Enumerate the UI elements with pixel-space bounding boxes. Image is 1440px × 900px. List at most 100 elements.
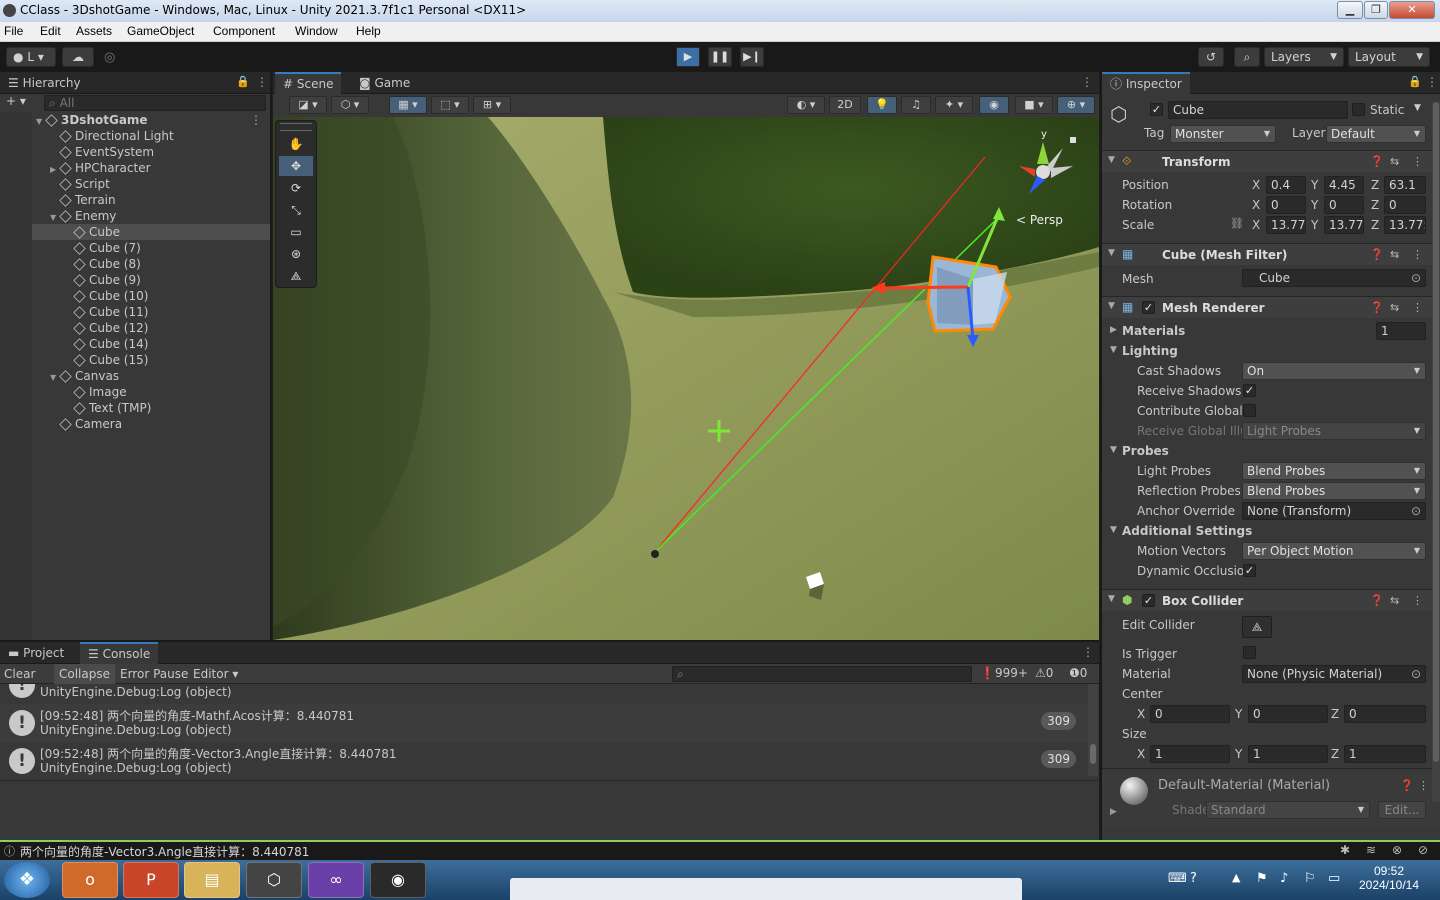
scale-x-field[interactable]: 13.77: (1266, 216, 1306, 234)
scale-z-field[interactable]: 13.77: (1384, 216, 1426, 234)
rotate-tool-icon[interactable]: ⟳ (279, 178, 313, 198)
clock[interactable]: 09:52 2024/10/14 (1354, 864, 1424, 892)
lock-icon[interactable]: 🔒 (236, 75, 250, 88)
menu-window[interactable]: Window (295, 24, 338, 38)
hierarchy-item[interactable]: ▼ Enemy (0, 208, 270, 224)
log-row[interactable]: ! [09:52:48] 两个向量的角度-Vector3.Angle直接计算：8… (0, 742, 1088, 780)
gizmos-dropdown[interactable]: ⊕ ▾ (1057, 96, 1095, 114)
pause-button[interactable]: ❚❚ (708, 47, 732, 67)
anchor-override-field[interactable]: None (Transform) ⊙ (1242, 502, 1426, 520)
light-probes-dropdown[interactable]: Blend Probes (1242, 462, 1426, 480)
maximize-button[interactable]: ❐ (1364, 1, 1388, 19)
flag-icon[interactable]: ⚐ (1304, 871, 1316, 886)
start-button[interactable]: ❖ (4, 862, 50, 898)
foldout-closed-icon[interactable]: ▶ (1110, 807, 1117, 817)
hierarchy-item[interactable]: Cube (10) (0, 288, 270, 304)
palette-drag-handle[interactable] (280, 123, 312, 131)
hierarchy-item[interactable]: Camera (0, 416, 270, 432)
mesh-renderer-component-header[interactable]: ▼ ▦ ✓ Mesh Renderer ❓ ⇆ ⋮ (1102, 296, 1440, 318)
taskbar-app-icon[interactable]: o (62, 862, 118, 898)
console-search-input[interactable]: ⌕ (672, 666, 972, 682)
active-checkbox[interactable]: ✓ (1150, 103, 1163, 116)
hierarchy-item[interactable]: Script (0, 176, 270, 192)
log-row[interactable]: ! [09:52:48] 两个向量的角度-Mathf.Acos计算：8.4407… (0, 704, 1088, 742)
hierarchy-item[interactable]: ▶ HPCharacter (0, 160, 270, 176)
hierarchy-item[interactable]: Cube (9) (0, 272, 270, 288)
clear-button[interactable]: Clear (4, 667, 35, 681)
hidden-objects-icon[interactable]: ◉ (979, 96, 1009, 114)
position-z-field[interactable]: 63.1 (1384, 176, 1426, 194)
help-icon[interactable]: ❓ (1370, 155, 1384, 168)
static-dropdown-icon[interactable]: ▼ (1414, 103, 1421, 113)
layers-dropdown[interactable]: Layers ▼ (1264, 47, 1344, 67)
show-hidden-icons[interactable]: ▲ (1232, 871, 1240, 884)
tab-project[interactable]: ▬ Project (0, 642, 72, 664)
log-row-partial[interactable]: ! UnityEngine.Debug:Log (object) (0, 684, 1088, 704)
additional-settings-label[interactable]: Additional Settings (1122, 524, 1252, 538)
size-x-field[interactable]: 1 (1150, 745, 1230, 763)
lighting-toggle-icon[interactable]: 💡 (867, 96, 897, 114)
inspector-scrollbar[interactable] (1432, 102, 1440, 802)
log-filter-toggle[interactable]: ❗999+ (980, 666, 1028, 680)
search-icon[interactable]: ⌕ (1234, 47, 1260, 67)
help-icon[interactable]: ❓ (1370, 594, 1384, 607)
history-icon[interactable]: ↺ (1198, 47, 1224, 67)
hierarchy-item[interactable]: Image (0, 384, 270, 400)
collab-icon[interactable]: ◎ (104, 50, 115, 65)
scale-y-field[interactable]: 13.77: (1324, 216, 1364, 234)
hierarchy-item[interactable]: Terrain (0, 192, 270, 208)
toggle-2d-button[interactable]: 2D (829, 96, 861, 114)
shader-dropdown[interactable]: Standard (1206, 801, 1370, 819)
box-collider-enabled-checkbox[interactable]: ✓ (1142, 594, 1155, 607)
create-add-icon[interactable]: + ▾ (6, 94, 26, 108)
component-menu-icon[interactable]: ⋮ (1412, 155, 1423, 168)
foldout-arrow-icon[interactable]: ▼ (1110, 445, 1117, 455)
console-scrollbar[interactable] (1088, 684, 1098, 776)
rect-tool-icon[interactable]: ▭ (279, 222, 313, 242)
more-options-icon[interactable]: ⋮ (1082, 645, 1094, 659)
lighting-label[interactable]: Lighting (1122, 344, 1178, 358)
unity-hub-icon[interactable]: ⬡ (246, 862, 302, 898)
foldout-arrow-icon[interactable]: ▼ (1108, 301, 1115, 311)
menu-file[interactable]: File (4, 24, 23, 38)
more-options-icon[interactable]: ⋮ (1426, 75, 1438, 89)
layer-dropdown[interactable]: Default (1326, 125, 1426, 143)
account-dropdown[interactable]: ● L ▾ (6, 47, 56, 67)
tab-scene[interactable]: # Scene (275, 72, 342, 94)
progress-icon[interactable]: ⊗ (1392, 843, 1402, 857)
play-button[interactable]: ▶ (676, 47, 700, 67)
hierarchy-item[interactable]: Text (TMP) (0, 400, 270, 416)
powerpoint-icon[interactable]: P (123, 862, 179, 898)
foldout-arrow-icon[interactable]: ▼ (1110, 345, 1117, 355)
gameobject-cube-icon[interactable]: ⬡ (1110, 102, 1134, 126)
hierarchy-item[interactable]: Directional Light (0, 128, 270, 144)
preset-icon[interactable]: ⇆ (1390, 248, 1399, 261)
menu-edit[interactable]: Edit (40, 24, 61, 38)
monitor-icon[interactable]: ▭ (1328, 871, 1340, 886)
minimize-button[interactable]: ▁ (1337, 1, 1363, 19)
foldout-arrow-icon[interactable]: ▼ (1110, 525, 1117, 535)
error-pause-button[interactable]: Error Pause (120, 667, 188, 681)
collapse-button[interactable]: Collapse (54, 664, 115, 684)
menu-component[interactable]: Component (213, 24, 275, 38)
object-picker-icon[interactable]: ⊙ (1411, 270, 1421, 286)
warning-filter-toggle[interactable]: ⚠0 (1035, 666, 1053, 680)
hierarchy-item[interactable]: Cube (15) (0, 352, 270, 368)
render-mode-dropdown[interactable]: ◐ ▾ (787, 96, 825, 114)
chrome-icon[interactable]: ◉ (370, 862, 426, 898)
center-x-field[interactable]: 0 (1150, 705, 1230, 723)
transform-component-header[interactable]: ▼ ⟐ Transform ❓ ⇆ ⋮ (1102, 150, 1440, 172)
scene-menu-icon[interactable]: ⋮ (250, 112, 262, 128)
probes-label[interactable]: Probes (1122, 444, 1169, 458)
static-checkbox[interactable] (1352, 103, 1365, 116)
position-y-field[interactable]: 4.45 (1324, 176, 1364, 194)
menu-help[interactable]: Help (356, 24, 381, 38)
hierarchy-item[interactable]: Cube (0, 224, 270, 240)
editor-dropdown[interactable]: Editor ▾ (193, 667, 238, 681)
hierarchy-item[interactable]: Cube (7) (0, 240, 270, 256)
scene-viewport[interactable]: < Persp y (273, 117, 1099, 640)
materials-count-field[interactable]: 1 (1376, 322, 1426, 340)
increment-snap-dropdown[interactable]: ⬚ ▾ (431, 96, 469, 114)
inspector-scroll-thumb[interactable] (1433, 102, 1439, 762)
help-tray-icon[interactable]: ? (1190, 871, 1197, 886)
